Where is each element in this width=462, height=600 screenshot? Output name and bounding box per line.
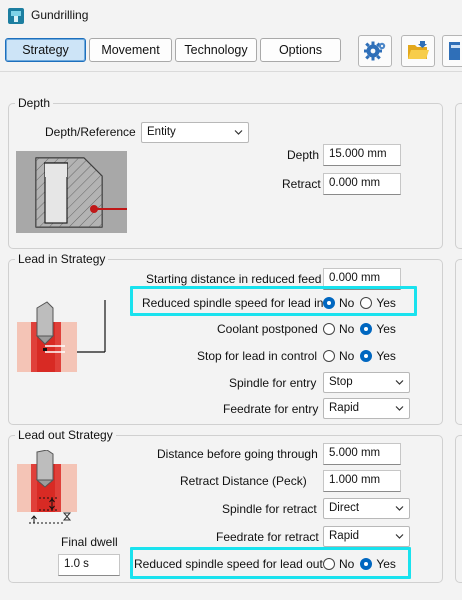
distance-before-input[interactable]: 5.000 mm: [323, 443, 401, 465]
open-folder-button[interactable]: [401, 35, 435, 67]
settings-gear-icon: [364, 41, 386, 61]
stop-for-lead-in-radio-group: No Yes: [323, 348, 396, 364]
radio-label: No: [339, 322, 355, 336]
reduced-spindle-lead-in-radio-group: No Yes: [323, 295, 396, 311]
chevron-down-icon: [234, 130, 243, 135]
radio-label: Yes: [376, 557, 396, 571]
depth-illustration: [16, 151, 127, 233]
lead-out-illustration: [17, 450, 77, 524]
radio-selected-icon: [360, 323, 373, 335]
radio-yes[interactable]: Yes: [360, 557, 396, 571]
depth-group-legend: Depth: [15, 96, 54, 110]
right-panel-edge: [455, 435, 462, 583]
radio-no[interactable]: No: [323, 557, 354, 571]
depth-group: Depth Depth/Reference Entity Depth 15.00…: [8, 96, 443, 249]
lead-in-group-legend: Lead in Strategy: [15, 252, 109, 266]
retract-distance-peck-input[interactable]: 1.000 mm: [323, 470, 401, 492]
depth-reference-select[interactable]: Entity: [141, 122, 249, 143]
radio-selected-icon: [360, 350, 373, 362]
retract-label: Retract: [282, 177, 321, 191]
lead-in-illustration: [17, 300, 106, 372]
tab-options[interactable]: Options: [260, 38, 341, 62]
radio-label: No: [339, 349, 355, 363]
spindle-for-retract-value: Direct: [329, 502, 360, 514]
starting-distance-label: Starting distance in reduced feed: [146, 272, 322, 286]
radio-label: Yes: [376, 322, 396, 336]
radio-label: No: [339, 296, 355, 310]
feedrate-for-entry-select[interactable]: Rapid: [323, 398, 410, 419]
feedrate-for-retract-select[interactable]: Rapid: [323, 526, 410, 547]
radio-no[interactable]: No: [323, 296, 354, 310]
window-title: Gundrilling: [31, 8, 89, 22]
book-icon: [448, 42, 460, 60]
tab-label: Movement: [101, 43, 160, 57]
radio-no[interactable]: No: [323, 322, 354, 336]
tab-label: Options: [278, 43, 323, 57]
settings-button[interactable]: [358, 35, 392, 67]
feedrate-for-entry-label: Feedrate for entry: [223, 402, 319, 416]
book-button[interactable]: [442, 35, 462, 67]
tab-movement[interactable]: Movement: [89, 38, 172, 62]
radio-yes[interactable]: Yes: [360, 349, 396, 363]
spindle-for-entry-value: Stop: [329, 376, 353, 388]
stop-for-lead-in-label: Stop for lead in control: [197, 349, 318, 363]
radio-label: No: [339, 557, 355, 571]
radio-label: Yes: [376, 296, 396, 310]
spindle-for-entry-select[interactable]: Stop: [323, 372, 410, 393]
spindle-for-entry-label: Spindle for entry: [229, 376, 317, 390]
feedrate-for-retract-label: Feedrate for retract: [216, 530, 319, 544]
tab-label: Technology: [184, 43, 248, 57]
chevron-down-icon: [395, 534, 404, 539]
spindle-for-retract-select[interactable]: Direct: [323, 498, 410, 519]
radio-selected-icon: [360, 558, 373, 570]
lead-in-group: Lead in Strategy Starting distance in re…: [8, 252, 443, 425]
coolant-postponed-radio-group: No Yes: [323, 321, 396, 337]
lead-out-group: Lead out Strategy Distance before going …: [8, 428, 443, 583]
feedrate-for-entry-value: Rapid: [329, 402, 360, 414]
radio-label: Yes: [376, 349, 396, 363]
depth-input[interactable]: 15.000 mm: [323, 144, 401, 166]
retract-input[interactable]: 0.000 mm: [323, 173, 401, 195]
gundrilling-app-icon: [8, 8, 24, 24]
depth-label: Depth: [287, 148, 320, 162]
lead-out-group-legend: Lead out Strategy: [15, 428, 116, 442]
title-bar: Gundrilling: [0, 0, 462, 32]
open-folder-icon: [408, 41, 429, 59]
tab-strategy[interactable]: Strategy: [5, 38, 86, 62]
distance-before-label: Distance before going through: [157, 447, 318, 461]
reduced-spindle-lead-out-label: Reduced spindle speed for lead out: [134, 557, 323, 571]
tab-label: Strategy: [22, 43, 69, 57]
radio-no[interactable]: No: [323, 349, 354, 363]
feedrate-for-retract-value: Rapid: [329, 530, 360, 542]
reduced-spindle-lead-out-radio-group: No Yes: [323, 556, 396, 572]
radio-yes[interactable]: Yes: [360, 322, 396, 336]
radio-selected-icon: [323, 297, 335, 309]
spindle-for-retract-label: Spindle for retract: [222, 502, 317, 516]
final-dwell-input[interactable]: 1.0 s: [58, 554, 120, 576]
right-panel-edge: [455, 103, 462, 249]
chevron-down-icon: [395, 406, 404, 411]
depth-reference-label: Depth/Reference: [45, 125, 136, 139]
chevron-down-icon: [395, 506, 404, 511]
radio-empty-icon: [360, 297, 373, 309]
coolant-postponed-label: Coolant postponed: [217, 322, 318, 336]
depth-reference-value: Entity: [147, 126, 176, 138]
retract-distance-peck-label: Retract Distance (Peck): [180, 474, 307, 488]
final-dwell-label: Final dwell: [61, 535, 118, 549]
radio-empty-icon: [323, 558, 335, 570]
chevron-down-icon: [395, 380, 404, 385]
right-panel-edge: [455, 259, 462, 425]
radio-yes[interactable]: Yes: [360, 296, 396, 310]
radio-empty-icon: [323, 323, 335, 335]
radio-empty-icon: [323, 350, 335, 362]
reduced-spindle-lead-in-label: Reduced spindle speed for lead in: [142, 296, 324, 310]
tab-technology[interactable]: Technology: [175, 38, 257, 62]
toolbar-separator: [0, 71, 462, 72]
